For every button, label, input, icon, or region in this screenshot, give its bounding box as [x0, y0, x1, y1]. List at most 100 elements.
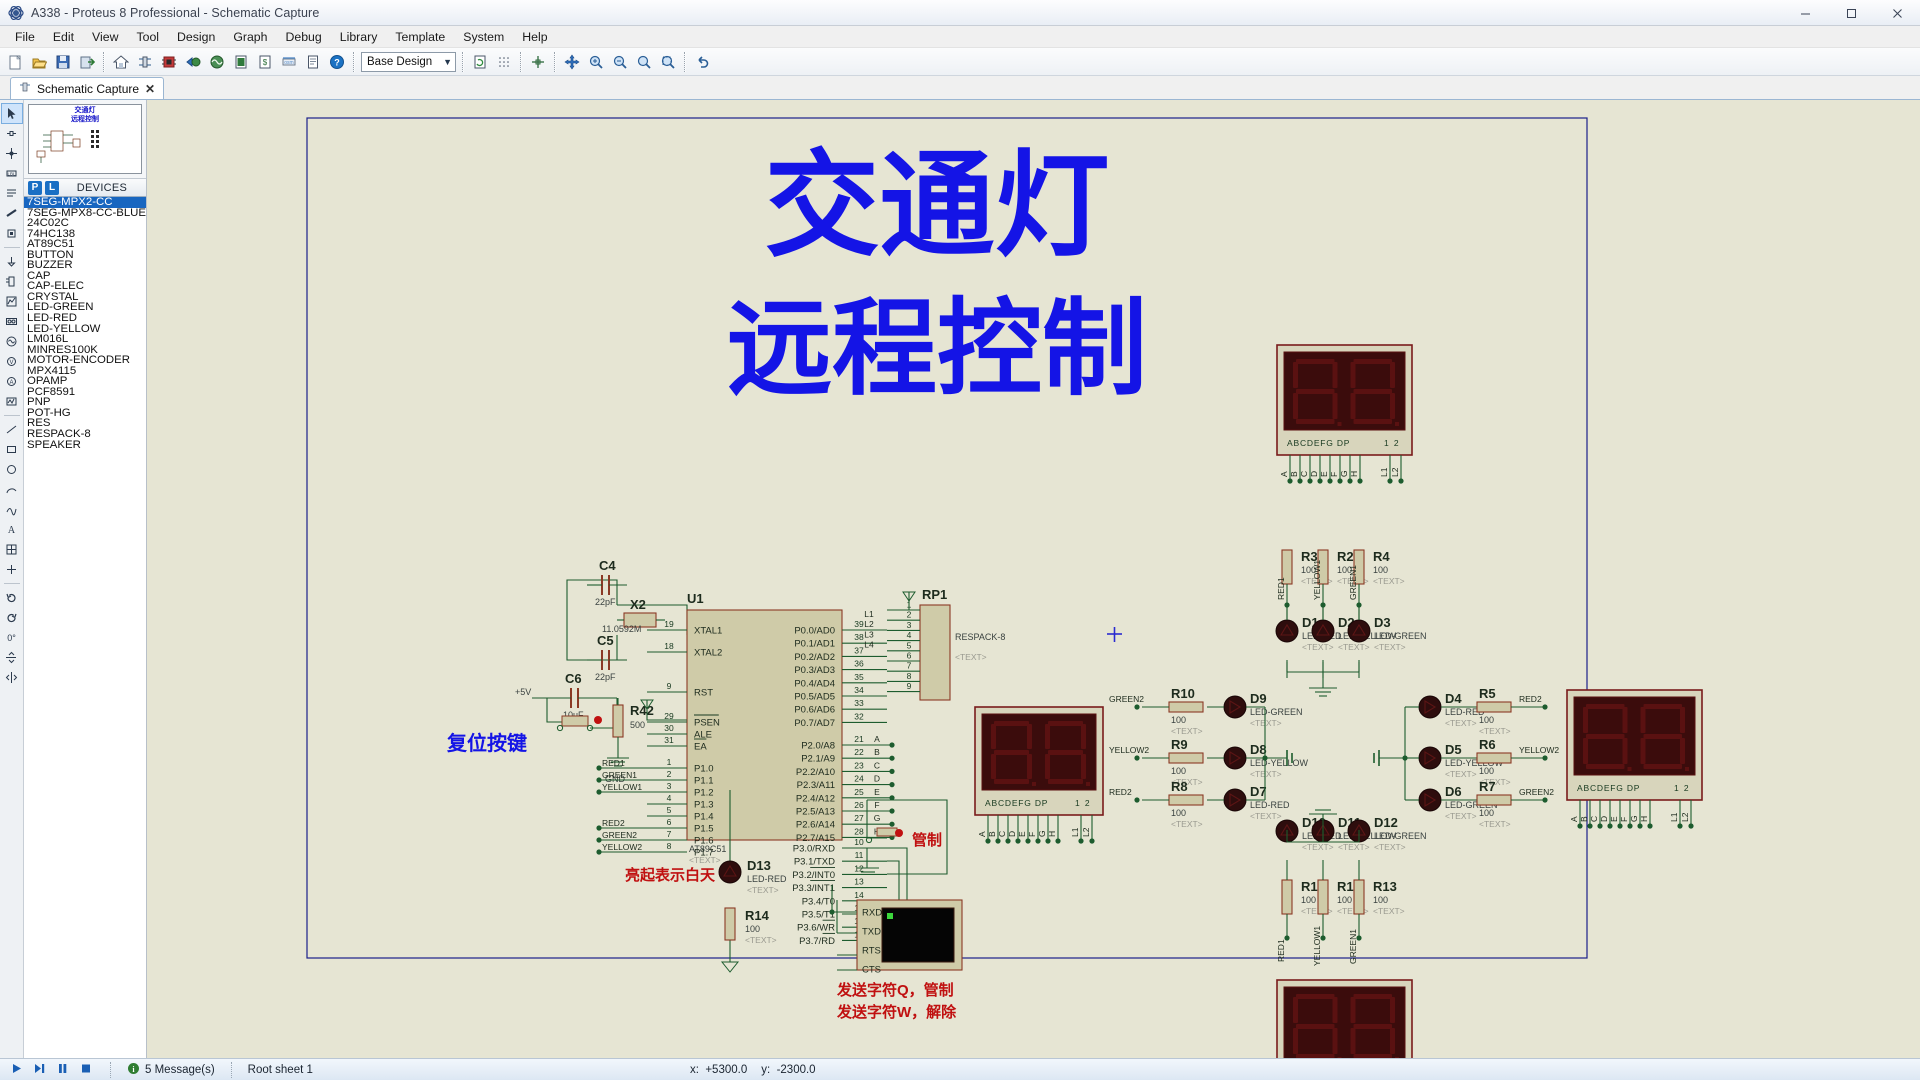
schematic-capture-icon[interactable] — [134, 51, 156, 73]
menu-item-file[interactable]: File — [6, 27, 44, 47]
open-file-icon[interactable] — [28, 51, 50, 73]
component-mode-icon[interactable] — [2, 124, 22, 143]
virtual-instrument-icon[interactable] — [2, 392, 22, 411]
text-icon[interactable]: A — [2, 520, 22, 539]
p-badge[interactable]: P — [28, 180, 42, 195]
traffic-light-group-3[interactable]: D9LED-GREEN<TEXT>R10100<TEXT>GREEN2D8LED… — [1109, 686, 1309, 829]
mirror-x-icon[interactable] — [2, 648, 22, 667]
resistor-body[interactable] — [1168, 794, 1204, 806]
menu-item-help[interactable]: Help — [513, 27, 556, 47]
voltage-probe-icon[interactable]: V — [2, 352, 22, 371]
component-preview[interactable]: 交通灯 远程控制 — [28, 104, 142, 174]
undo-icon[interactable] — [691, 51, 713, 73]
mirror-y-icon[interactable] — [2, 668, 22, 687]
marker-icon[interactable] — [2, 560, 22, 579]
zoom-area-icon[interactable] — [633, 51, 655, 73]
device-list-item[interactable]: SPEAKER — [24, 439, 146, 451]
resistor-body[interactable] — [1476, 752, 1512, 764]
arc-icon[interactable] — [2, 480, 22, 499]
current-probe-icon[interactable]: A — [2, 372, 22, 391]
device-list-item[interactable]: 7SEG-MPX2-CC — [24, 197, 146, 208]
save-icon[interactable] — [52, 51, 74, 73]
rotate-ccw-icon[interactable] — [2, 588, 22, 607]
junction-dot-icon[interactable] — [2, 144, 22, 163]
rotation-value[interactable]: 0° — [2, 628, 22, 647]
traffic-light-group-1[interactable]: R3100<TEXT>R2100<TEXT>R4100<TEXT> D1LED-… — [1275, 549, 1427, 697]
origin-icon[interactable] — [527, 51, 549, 73]
menu-item-debug[interactable]: Debug — [277, 27, 331, 47]
wire-label-icon[interactable]: LBL — [2, 164, 22, 183]
grid-icon[interactable] — [493, 51, 515, 73]
menu-item-design[interactable]: Design — [168, 27, 224, 47]
menu-item-system[interactable]: System — [454, 27, 513, 47]
tape-recorder-icon[interactable] — [2, 312, 22, 331]
subcircuit-icon[interactable] — [2, 224, 22, 243]
led-body[interactable] — [1311, 619, 1335, 643]
led-body[interactable] — [1223, 746, 1247, 770]
tab-schematic-capture[interactable]: Schematic Capture ✕ — [10, 77, 165, 99]
design-selector[interactable]: Base Design ▼ — [361, 51, 456, 72]
generator-icon[interactable] — [2, 332, 22, 351]
led-body[interactable] — [1275, 619, 1299, 643]
menu-item-template[interactable]: Template — [386, 27, 454, 47]
report-icon[interactable] — [302, 51, 324, 73]
minimize-button[interactable] — [1782, 0, 1828, 26]
resistor-body[interactable] — [1168, 752, 1204, 764]
help-icon[interactable]: ? — [326, 51, 348, 73]
resistor-body[interactable] — [1476, 701, 1512, 713]
menu-item-graph[interactable]: Graph — [224, 27, 276, 47]
symbol-icon[interactable] — [2, 540, 22, 559]
traffic-light-group-2[interactable]: D4LED-RED<TEXT>R5100<TEXT>RED2D5LED-YELL… — [1373, 686, 1559, 829]
graph-mode-icon[interactable] — [2, 292, 22, 311]
pause-icon[interactable] — [56, 1062, 69, 1078]
led-body[interactable] — [1418, 746, 1442, 770]
line-icon[interactable] — [2, 420, 22, 439]
led-body[interactable] — [1347, 619, 1371, 643]
traffic-light-group-4[interactable]: R11100<TEXT>R12100<TEXT>R13100<TEXT>RED1… — [1275, 809, 1427, 966]
refresh-icon[interactable] — [469, 51, 491, 73]
led-body[interactable] — [1418, 695, 1442, 719]
devices-list[interactable]: 7SEG-MPX2-CC 7SEG-MPX8-CC-BLUE 24C02C 74HC1… — [24, 197, 146, 1080]
text-script-icon[interactable] — [2, 184, 22, 203]
resistor-body[interactable] — [1476, 794, 1512, 806]
device-list-item[interactable]: LED-RED — [24, 313, 146, 324]
new-file-icon[interactable] — [4, 51, 26, 73]
path-icon[interactable] — [2, 500, 22, 519]
resistor-body[interactable] — [1353, 879, 1365, 915]
step-icon[interactable] — [33, 1062, 46, 1078]
seven-segment-displays[interactable]: ABCDEFG DP 1 2A B C D E F G H L1 L2ABCDEFG DP 1 2A B… — [974, 344, 1703, 1080]
resistor-body[interactable] — [1168, 701, 1204, 713]
buses-icon[interactable] — [2, 204, 22, 223]
led-body[interactable] — [1223, 695, 1247, 719]
stop-icon[interactable] — [79, 1062, 92, 1078]
capacitor-c4[interactable]: C4 22pF — [587, 558, 627, 607]
menu-item-view[interactable]: View — [83, 27, 127, 47]
menu-item-tool[interactable]: Tool — [127, 27, 168, 47]
selection-mode-icon[interactable] — [0, 103, 23, 124]
led-body[interactable] — [1418, 788, 1442, 812]
device-pins-icon[interactable] — [2, 272, 22, 291]
messages-cell[interactable]: i 5 Message(s) — [119, 1062, 223, 1078]
zoom-in-icon[interactable] — [585, 51, 607, 73]
r14-body[interactable] — [724, 907, 736, 941]
home-icon[interactable] — [110, 51, 132, 73]
design-explorer-icon[interactable]: osm — [278, 51, 300, 73]
zoom-out-icon[interactable] — [609, 51, 631, 73]
resistor-body[interactable] — [1317, 879, 1329, 915]
run-icon[interactable] — [10, 1062, 23, 1078]
close-button[interactable] — [1874, 0, 1920, 26]
device-list-item[interactable]: RESPACK-8 — [24, 429, 146, 440]
schematic-drawing[interactable]: .wire{stroke:#1d5c2e;stroke-width:1.1;fi… — [147, 100, 1920, 1080]
pcb-layout-icon[interactable] — [158, 51, 180, 73]
capacitor-c5[interactable]: C5 22pF — [587, 633, 627, 682]
led-body[interactable] — [1223, 788, 1247, 812]
simulation-icon[interactable] — [206, 51, 228, 73]
rotate-cw-icon[interactable] — [2, 608, 22, 627]
maximize-button[interactable] — [1828, 0, 1874, 26]
d13-led-body[interactable] — [718, 860, 742, 884]
pan-icon[interactable] — [561, 51, 583, 73]
import-export-icon[interactable] — [76, 51, 98, 73]
resistor-body[interactable] — [1281, 879, 1293, 915]
circle-icon[interactable] — [2, 460, 22, 479]
l-badge[interactable]: L — [45, 180, 59, 195]
